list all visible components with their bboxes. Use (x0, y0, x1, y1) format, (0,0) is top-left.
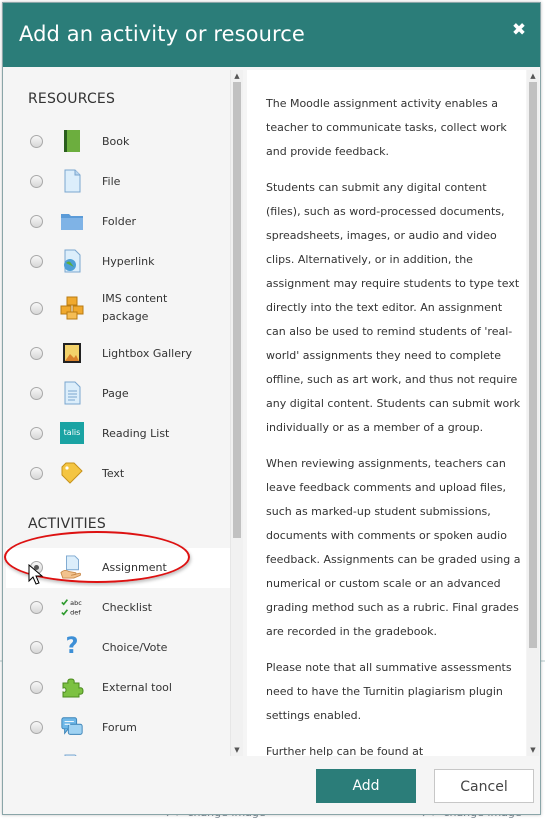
option-label: IMS content package (102, 292, 168, 323)
page-icon (60, 381, 84, 405)
option-label: Lightbox Gallery (102, 347, 193, 360)
radio-external-tool[interactable] (30, 681, 43, 694)
option-label: Choice/Vote (102, 641, 168, 654)
option-text[interactable]: Text (6, 454, 230, 494)
description-paragraph: Students can submit any digital content … (266, 181, 521, 434)
puzzle-icon (60, 675, 84, 699)
talis-badge: talis (60, 422, 84, 444)
dialog-title: Add an activity or resource (19, 22, 305, 46)
page-icon (60, 754, 84, 756)
dialog-header: Add an activity or resource ✖ (3, 3, 540, 67)
option-external-tool[interactable]: External tool (6, 668, 230, 708)
radio-reading-list[interactable] (30, 427, 43, 440)
image-gallery-icon (60, 341, 84, 365)
checklist-icon: abc def (60, 595, 84, 619)
assignment-icon (60, 555, 84, 579)
radio-assignment[interactable] (30, 561, 43, 574)
dialog-body: RESOURCES Book File Folder Hyperlink IMS… (3, 67, 540, 759)
description-text: The Moodle assignment activity enables a… (266, 92, 521, 756)
radio-hyperlink[interactable] (30, 255, 43, 268)
description-paragraph: The Moodle assignment activity enables a… (266, 97, 507, 158)
talis-icon: talis (60, 421, 84, 445)
radio-ims[interactable] (30, 302, 43, 315)
scroll-thumb[interactable] (529, 82, 537, 648)
option-label: File (102, 175, 121, 188)
dialog-footer: Add Cancel (3, 759, 540, 814)
description-paragraph: Further help can be found at (266, 745, 424, 756)
scroll-thumb[interactable] (233, 82, 241, 538)
radio-text[interactable] (30, 467, 43, 480)
option-label: Checklist (102, 601, 152, 614)
option-label: Text (102, 467, 125, 480)
option-label: Assignment (102, 561, 167, 574)
globe-page-icon (60, 249, 84, 273)
option-folder[interactable]: Folder (6, 202, 230, 242)
option-label: Book (102, 135, 130, 148)
module-description: The Moodle assignment activity enables a… (247, 70, 526, 756)
radio-forum[interactable] (30, 721, 43, 734)
scroll-up-icon[interactable]: ▲ (231, 70, 243, 82)
module-list-scrollbar[interactable]: ▲ ▼ (230, 70, 243, 756)
option-book[interactable]: Book (6, 122, 230, 162)
description-paragraph: When reviewing assignments, teachers can… (266, 457, 521, 638)
checklist-abc: abc (70, 599, 82, 607)
option-label: Folder (102, 215, 136, 228)
option-page[interactable]: Page (6, 374, 230, 414)
file-icon (60, 169, 84, 193)
option-file[interactable]: File (6, 162, 230, 202)
tag-icon (60, 461, 84, 485)
close-icon[interactable]: ✖ (510, 21, 528, 39)
folder-icon (60, 209, 84, 233)
add-button[interactable]: Add (316, 769, 416, 803)
radio-book[interactable] (30, 135, 43, 148)
option-label: External tool (102, 681, 172, 694)
option-lightbox-gallery[interactable]: Lightbox Gallery (6, 334, 230, 374)
cancel-button[interactable]: Cancel (434, 769, 534, 803)
scroll-down-icon[interactable]: ▼ (527, 744, 539, 756)
option-checklist[interactable]: abc def Checklist (6, 588, 230, 628)
module-list[interactable]: RESOURCES Book File Folder Hyperlink IMS… (6, 70, 230, 756)
activities-heading: ACTIVITIES (28, 516, 106, 532)
option-label: Forum (102, 721, 137, 734)
radio-choice[interactable] (30, 641, 43, 654)
option-ims-content-package[interactable]: IMS content package (6, 282, 230, 334)
activity-chooser-dialog: Add an activity or resource ✖ RESOURCES … (2, 2, 541, 815)
option-label: Reading List (102, 427, 170, 440)
option-label: Page (102, 387, 129, 400)
scroll-down-icon[interactable]: ▼ (231, 744, 243, 756)
resources-heading: RESOURCES (28, 91, 116, 107)
question-icon: ? (65, 634, 79, 659)
option-choice-vote[interactable]: ? Choice/Vote (6, 628, 230, 668)
option-partial[interactable] (6, 748, 230, 756)
radio-file[interactable] (30, 175, 43, 188)
description-scrollbar[interactable]: ▲ ▼ (527, 70, 539, 756)
radio-lightbox[interactable] (30, 347, 43, 360)
description-paragraph: Please note that all summative assessmen… (266, 661, 512, 722)
book-icon (60, 129, 84, 153)
option-label: Hyperlink (102, 255, 155, 268)
option-reading-list[interactable]: talis Reading List (6, 414, 230, 454)
forum-icon (60, 715, 84, 739)
radio-checklist[interactable] (30, 601, 43, 614)
scroll-up-icon[interactable]: ▲ (527, 70, 539, 82)
radio-folder[interactable] (30, 215, 43, 228)
option-forum[interactable]: Forum (6, 708, 230, 748)
checklist-def: def (70, 608, 81, 616)
package-icon (60, 296, 84, 320)
option-hyperlink[interactable]: Hyperlink (6, 242, 230, 282)
option-assignment[interactable]: Assignment (6, 548, 230, 588)
radio-page[interactable] (30, 387, 43, 400)
